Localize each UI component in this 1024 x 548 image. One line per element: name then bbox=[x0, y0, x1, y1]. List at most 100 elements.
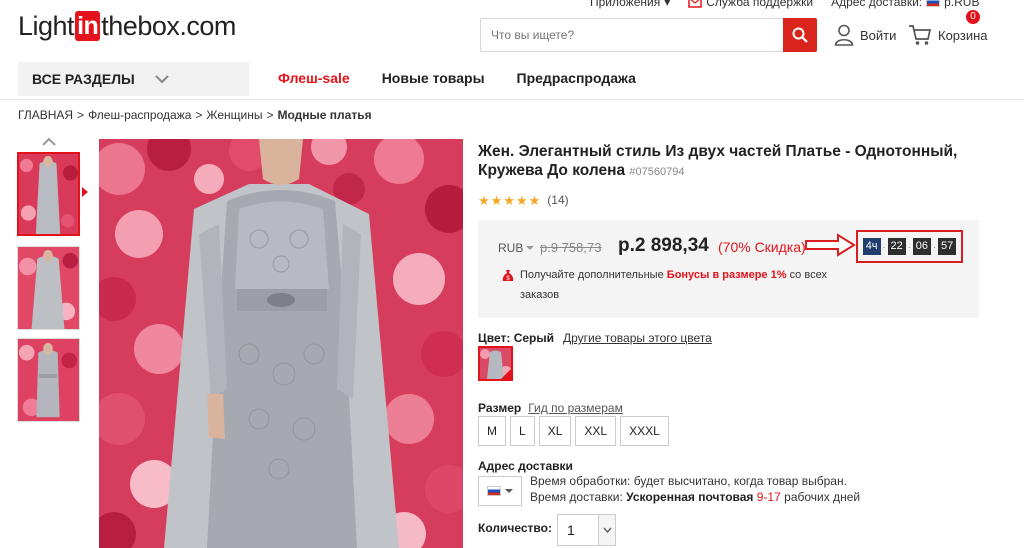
login-label: Войти bbox=[860, 27, 897, 43]
bonus-highlight[interactable]: Бонусы в размере 1% bbox=[667, 269, 787, 281]
color-swatch-gray[interactable] bbox=[478, 346, 513, 381]
product-thumbnail[interactable] bbox=[17, 152, 80, 236]
breadcrumb-home[interactable]: ГЛАВНАЯ bbox=[18, 108, 73, 122]
star-icon: ★ bbox=[503, 192, 515, 208]
size-options: M L XL XXL XXXL bbox=[478, 416, 669, 446]
timer-separator: · bbox=[933, 241, 937, 252]
login-link[interactable]: Войти bbox=[834, 24, 896, 46]
apps-label: Приложения bbox=[590, 0, 661, 9]
timer-separator: · bbox=[907, 241, 911, 252]
star-icon: ★ bbox=[490, 192, 503, 208]
size-option-m[interactable]: M bbox=[478, 416, 506, 446]
caret-down-icon bbox=[526, 246, 535, 250]
search-button[interactable] bbox=[783, 18, 817, 52]
size-row: Размер Гид по размерам bbox=[478, 401, 623, 415]
search-icon bbox=[792, 27, 808, 43]
breadcrumb-separator: > bbox=[77, 108, 85, 122]
product-sku: #07560794 bbox=[629, 166, 685, 178]
support-link[interactable]: Служба поддержки bbox=[688, 0, 813, 9]
nav-new-items[interactable]: Новые товары bbox=[382, 70, 485, 86]
breadcrumb-current: Модные платья bbox=[277, 108, 372, 122]
chevron-down-icon bbox=[155, 74, 169, 83]
price-box: RUB р.9 758,73 р.2 898,34 (70% Скидка) 4… bbox=[478, 220, 979, 318]
breadcrumb: ГЛАВНАЯ > Флеш-распродажа > Женщины > Мо… bbox=[18, 108, 372, 122]
size-guide-link[interactable]: Гид по размерам bbox=[528, 401, 623, 415]
thumb-scroll-up-icon[interactable] bbox=[42, 137, 56, 146]
search-input[interactable] bbox=[481, 19, 785, 51]
delivery-time: Время доставки: Ускоренная почтовая 9-17… bbox=[530, 489, 860, 505]
cart-icon bbox=[909, 25, 932, 45]
breadcrumb-separator: > bbox=[266, 108, 274, 122]
product-rating[interactable]: ★ ★ ★ ★ ★ (14) bbox=[478, 193, 569, 207]
all-sections-menu[interactable]: ВСЕ РАЗДЕЛЫ bbox=[18, 62, 249, 96]
quantity-select[interactable]: 1 bbox=[557, 514, 616, 546]
logo-light: Light bbox=[18, 10, 75, 41]
search-bar bbox=[480, 18, 817, 52]
user-icon bbox=[834, 24, 854, 46]
apps-link[interactable]: Приложения ▾ bbox=[590, 0, 670, 9]
color-label: Цвет: Серый bbox=[478, 331, 555, 345]
cart-label: Корзина bbox=[938, 27, 988, 43]
star-icon: ★ bbox=[515, 192, 528, 208]
product-main-image[interactable] bbox=[99, 139, 463, 548]
site-logo[interactable]: Light in thebox.com bbox=[18, 6, 236, 46]
support-icon bbox=[688, 0, 702, 8]
ship-to-selector[interactable]: Адрес доставки: р.RUB bbox=[831, 0, 979, 9]
current-price: р.2 898,34 bbox=[618, 235, 709, 256]
review-count[interactable]: (14) bbox=[547, 193, 568, 207]
nav-presale[interactable]: Предраспродажа bbox=[517, 70, 636, 86]
star-icon: ★ bbox=[528, 192, 541, 208]
chevron-down-icon bbox=[603, 527, 612, 533]
discount-label: (70% Скидка) bbox=[718, 239, 806, 255]
breadcrumb-women[interactable]: Женщины bbox=[206, 108, 262, 122]
other-colors-link[interactable]: Другие товары этого цвета bbox=[563, 331, 712, 345]
logo-in: in bbox=[75, 11, 101, 41]
countdown-timer: 4ч · 22 · 06 · 57 bbox=[856, 230, 963, 263]
product-thumbnail[interactable] bbox=[17, 246, 80, 330]
star-icon: ★ bbox=[478, 192, 490, 208]
caret-down-icon bbox=[505, 489, 513, 493]
top-links: Приложения ▾ Служба поддержки Адрес доста… bbox=[590, 0, 979, 9]
timer-minutes: 06 bbox=[912, 238, 932, 255]
size-label: Размер bbox=[478, 401, 522, 415]
product-title-text: Жен. Элегантный стиль Из двух частей Пла… bbox=[478, 143, 958, 179]
size-option-xxl[interactable]: XXL bbox=[575, 416, 617, 446]
size-option-xxxl[interactable]: XXXL bbox=[620, 416, 669, 446]
shipping-country-select[interactable] bbox=[478, 476, 522, 506]
color-row: Цвет: Серый Другие товары этого цвета bbox=[478, 331, 712, 345]
russia-flag-icon bbox=[926, 0, 941, 7]
shipping-label: Адрес доставки bbox=[478, 459, 573, 473]
breadcrumb-flash-sale[interactable]: Флеш-распродажа bbox=[88, 108, 191, 122]
quantity-label: Количество: bbox=[478, 521, 552, 535]
timer-days: 4ч bbox=[862, 238, 881, 255]
caret-down-icon: ▾ bbox=[664, 0, 671, 9]
bonus-pre-text: Получайте дополнительные bbox=[520, 269, 664, 281]
processing-time: Время обработки: будет высчитано, когда … bbox=[530, 474, 847, 488]
currency-label: р.RUB bbox=[944, 0, 980, 9]
active-thumb-pointer bbox=[82, 187, 88, 197]
ship-to-label: Адрес доставки: bbox=[831, 0, 923, 9]
quantity-dropdown-toggle[interactable] bbox=[598, 515, 615, 545]
selected-check-icon bbox=[501, 369, 511, 379]
timer-hours: 22 bbox=[887, 238, 906, 255]
delivery-method: Ускоренная почтовая bbox=[626, 490, 754, 504]
shipping-info: Время обработки: будет высчитано, когда … bbox=[530, 473, 860, 505]
product-thumbnail[interactable] bbox=[17, 338, 80, 422]
header-divider bbox=[0, 99, 1024, 100]
size-option-l[interactable]: L bbox=[510, 416, 535, 446]
delivery-days: 9-17 bbox=[756, 490, 781, 504]
russia-flag-icon bbox=[487, 486, 501, 496]
delivery-pre: Время доставки: bbox=[530, 490, 623, 504]
cart-count-badge: 0 bbox=[966, 10, 980, 24]
bonus-info: $ Получайте дополнительные Бонусы в разм… bbox=[502, 265, 842, 305]
nav-flash-sale[interactable]: Флеш-sale bbox=[278, 70, 350, 86]
money-bag-icon: $ bbox=[502, 270, 514, 282]
currency-selector[interactable]: RUB bbox=[498, 241, 535, 255]
delivery-post: рабочих дней bbox=[784, 490, 861, 504]
cart-link[interactable]: Корзина 0 bbox=[908, 10, 988, 46]
size-option-xl[interactable]: XL bbox=[538, 416, 572, 446]
support-label: Служба поддержки bbox=[706, 0, 814, 9]
arrow-right-icon bbox=[805, 233, 856, 257]
quantity-value: 1 bbox=[567, 522, 575, 538]
timer-seconds: 57 bbox=[938, 238, 957, 255]
